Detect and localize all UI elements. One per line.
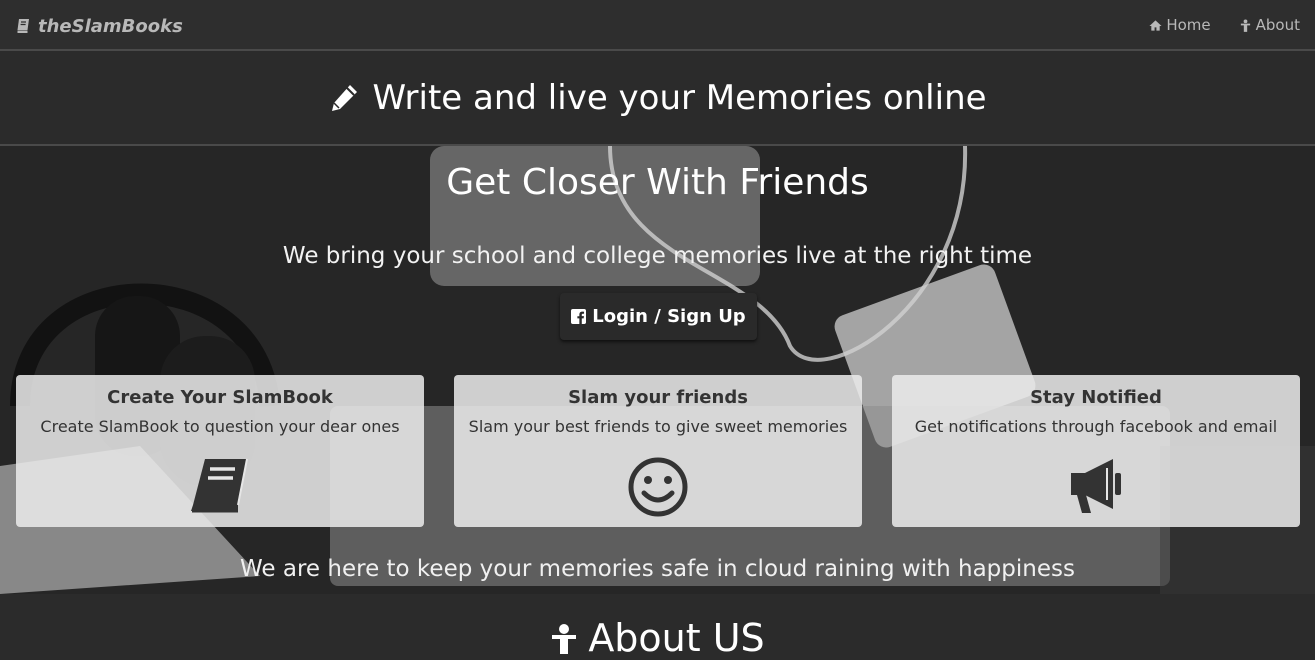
brand-name: theSlamBooks bbox=[38, 15, 183, 37]
person-icon bbox=[1240, 18, 1250, 32]
hero-subtitle: We bring your school and college memorie… bbox=[282, 243, 1033, 269]
hero-section: Get Closer With Friends We bring your sc… bbox=[0, 146, 1315, 594]
megaphone-icon bbox=[1071, 459, 1121, 513]
nav-about-label: About bbox=[1255, 16, 1300, 34]
feature-card-notify: Stay Notified Get notifications through … bbox=[892, 375, 1300, 527]
feature-card-text: Slam your best friends to give sweet mem… bbox=[468, 417, 848, 436]
smile-icon bbox=[628, 457, 688, 517]
feature-card-create: Create Your SlamBook Create SlamBook to … bbox=[16, 375, 424, 527]
home-icon bbox=[1149, 19, 1162, 31]
login-signup-button[interactable]: Login / Sign Up bbox=[560, 293, 757, 340]
about-title: About US bbox=[588, 616, 765, 660]
login-signup-label: Login / Sign Up bbox=[592, 306, 746, 327]
tagline-bar: Write and live your Memories online bbox=[0, 51, 1315, 146]
brand-link[interactable]: theSlamBooks bbox=[16, 14, 183, 38]
hero-title: Get Closer With Friends bbox=[446, 162, 869, 203]
navbar: theSlamBooks Home About bbox=[0, 0, 1315, 51]
feature-card-title: Slam your friends bbox=[568, 387, 748, 408]
tagline-text: Write and live your Memories online bbox=[372, 77, 987, 118]
nav-about-link[interactable]: About bbox=[1239, 16, 1300, 34]
feature-card-title: Create Your SlamBook bbox=[107, 387, 333, 408]
nav-links: Home About bbox=[1149, 16, 1300, 34]
pencil-icon bbox=[332, 84, 358, 111]
book-icon bbox=[17, 19, 29, 33]
nav-home-label: Home bbox=[1166, 16, 1211, 34]
nav-home-link[interactable]: Home bbox=[1149, 16, 1211, 34]
hero-footer-text: We are here to keep your memories safe i… bbox=[240, 556, 1075, 582]
person-icon bbox=[552, 624, 577, 654]
facebook-icon bbox=[571, 309, 587, 324]
feature-card-title: Stay Notified bbox=[1030, 387, 1162, 408]
feature-card-slam: Slam your friends Slam your best friends… bbox=[454, 375, 862, 527]
feature-card-text: Get notifications through facebook and e… bbox=[914, 417, 1278, 436]
about-section: About US bbox=[0, 594, 1315, 660]
feature-card-text: Create SlamBook to question your dear on… bbox=[40, 417, 400, 436]
book-icon bbox=[191, 458, 248, 513]
